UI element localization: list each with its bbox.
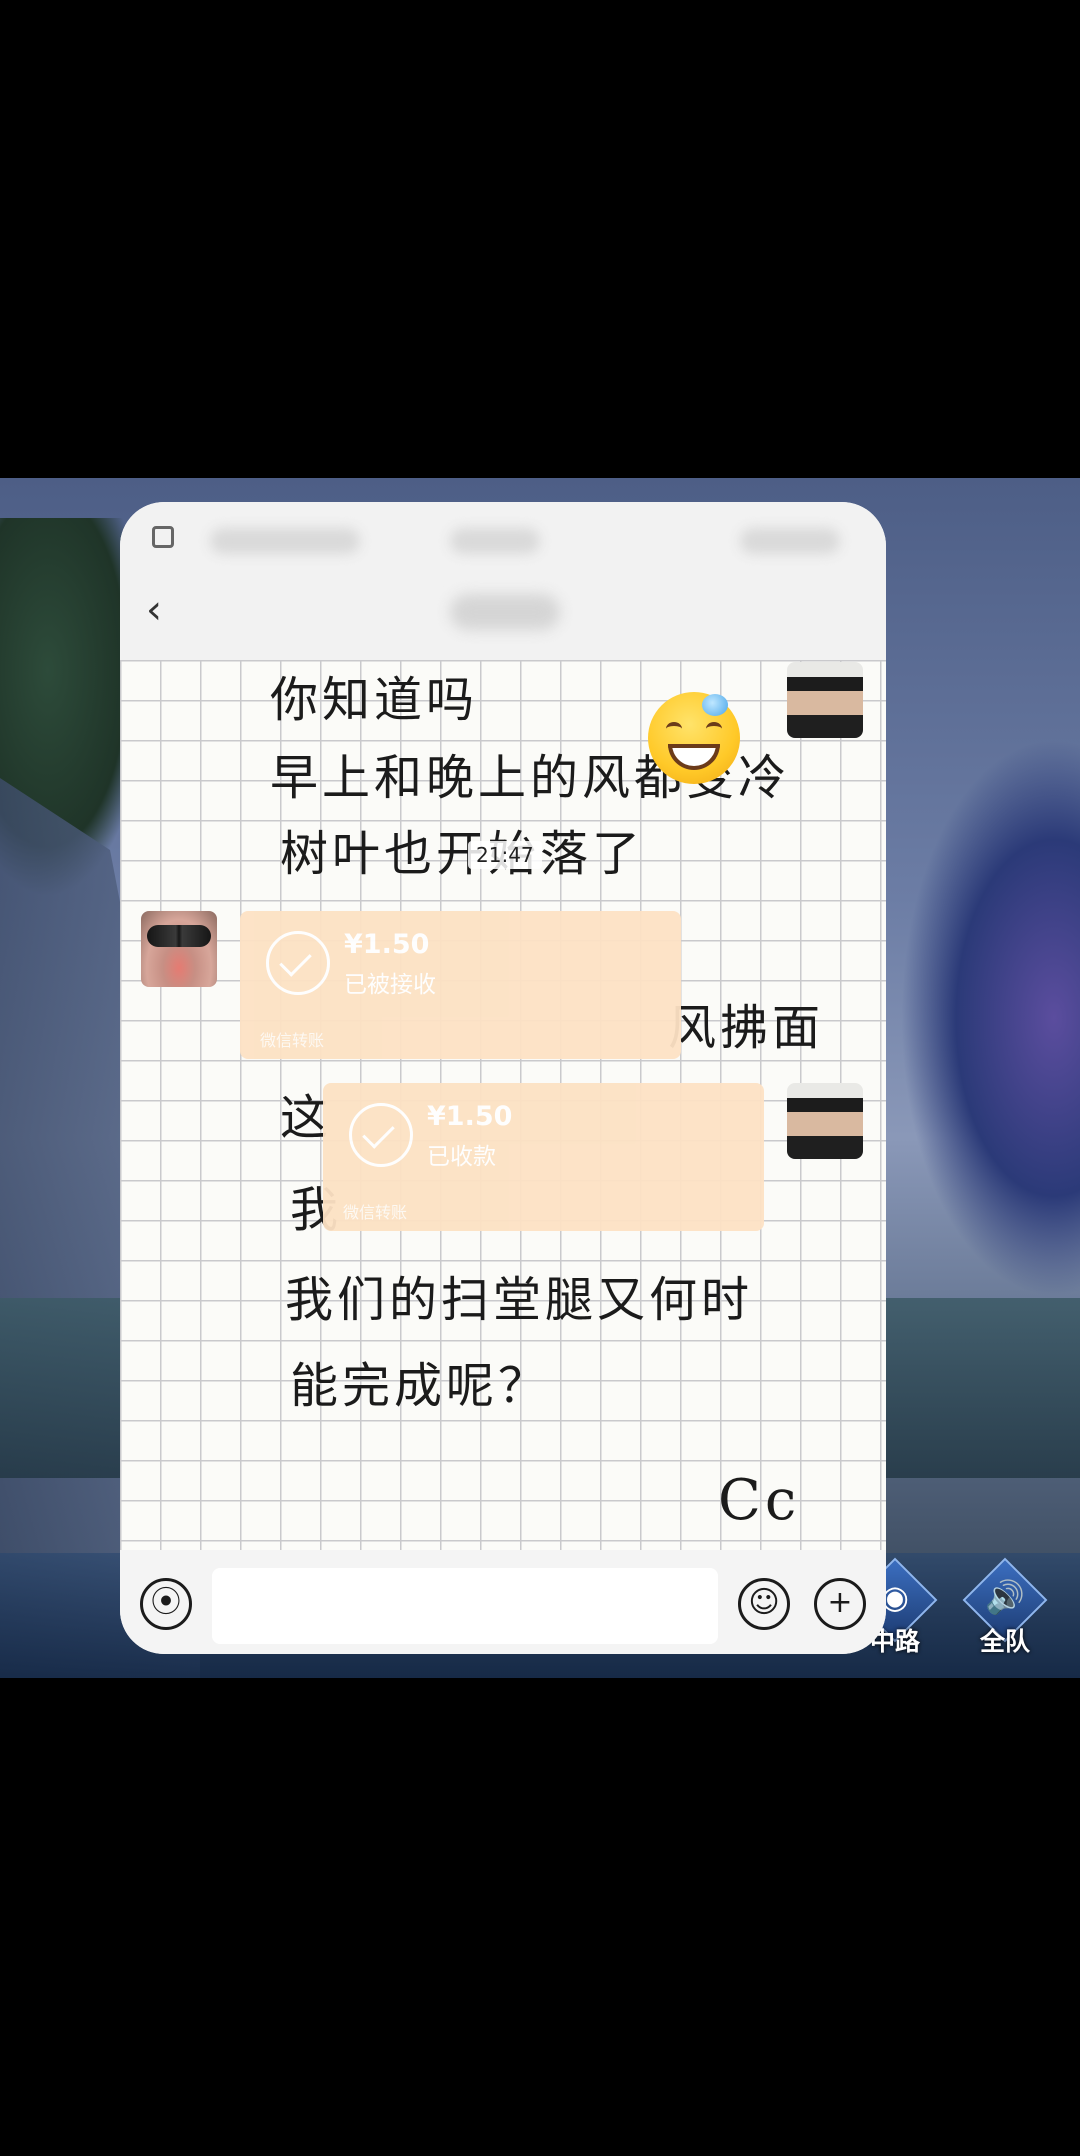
chat-header: ‹ xyxy=(120,502,886,660)
message-timestamp: 21:47 xyxy=(468,841,542,869)
handwritten-line: 能完成呢？ xyxy=(290,1358,551,1414)
avatar[interactable] xyxy=(141,911,217,987)
portal-scenery xyxy=(900,738,1080,1298)
plus-icon[interactable]: + xyxy=(814,1578,866,1630)
transfer-card[interactable]: ¥1.50 已收款 微信转账 xyxy=(323,1083,764,1231)
chat-title xyxy=(450,594,560,630)
avatar[interactable] xyxy=(787,662,863,738)
message-input[interactable] xyxy=(212,1568,718,1644)
blurred-status-text xyxy=(210,528,360,554)
transfer-amount: ¥1.50 xyxy=(344,929,430,960)
chat-input-bar: ⦿ ☺ + xyxy=(120,1550,886,1654)
emoji-picker-icon[interactable]: ☺ xyxy=(738,1578,790,1630)
chat-window: ‹ 你知道吗 早上和晚上的风都变冷 树叶也开始落了 风拂面 这 我 我们的扫堂腿… xyxy=(120,502,886,1654)
transfer-status: 已收款 xyxy=(427,1144,496,1170)
handwritten-line: 树叶也开始落了 xyxy=(280,826,645,882)
blurred-status-text xyxy=(450,528,540,554)
back-chevron-icon[interactable]: ‹ xyxy=(146,590,176,630)
transfer-status: 已被接收 xyxy=(344,972,436,998)
voice-input-icon[interactable]: ⦿ xyxy=(140,1578,192,1630)
check-circle-icon xyxy=(266,931,330,995)
minimize-icon[interactable] xyxy=(152,526,174,548)
handwritten-line: 风拂面 xyxy=(668,1000,825,1056)
handwritten-line: 我们的扫堂腿又何时 xyxy=(285,1272,754,1328)
avatar[interactable] xyxy=(787,1083,863,1159)
blurred-status-text xyxy=(740,528,840,554)
speaker-icon: 🔊 xyxy=(985,1578,1025,1616)
transfer-footer: 微信转账 xyxy=(343,1203,408,1222)
check-circle-icon xyxy=(349,1103,413,1167)
handwritten-line: 你知道吗 xyxy=(270,672,479,728)
sweat-smile-emoji-icon xyxy=(648,692,740,784)
transfer-footer: 微信转账 xyxy=(260,1031,325,1050)
handwritten-signature: Cc xyxy=(718,1468,801,1533)
hud-button-label: 全队 xyxy=(979,1627,1030,1656)
transfer-amount: ¥1.50 xyxy=(427,1101,513,1132)
hud-button-all-team[interactable]: 🔊 全队 xyxy=(962,1557,1048,1656)
transfer-card[interactable]: ¥1.50 已被接收 微信转账 xyxy=(240,911,681,1059)
